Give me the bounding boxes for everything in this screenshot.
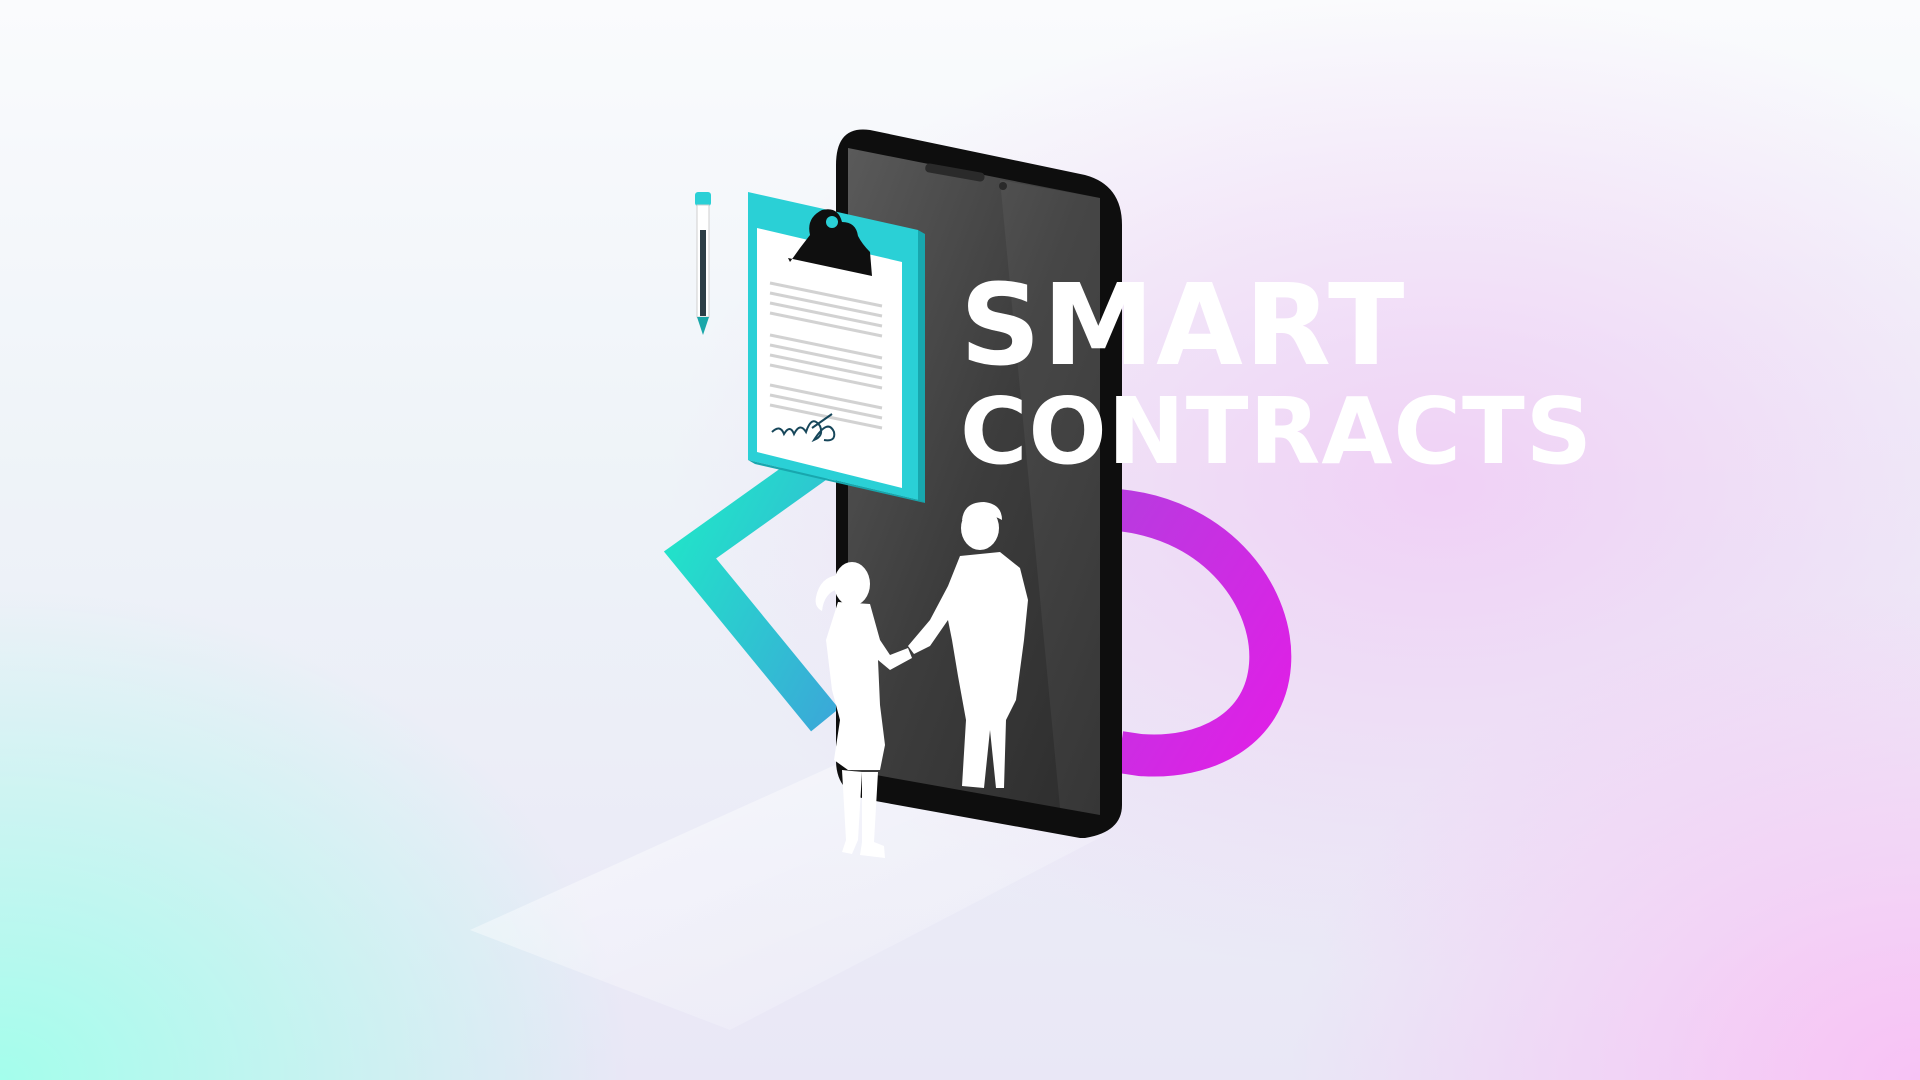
magenta-ring-shape (1115, 489, 1292, 777)
pen-icon (695, 192, 711, 335)
teal-chevron-shape (663, 440, 841, 732)
headline: SMART CONTRACTS (960, 270, 1660, 478)
headline-line-1: SMART (960, 261, 1407, 391)
clipboard-icon (748, 192, 925, 503)
illustration (470, 129, 1292, 1030)
headline-line-2: CONTRACTS (960, 378, 1594, 485)
